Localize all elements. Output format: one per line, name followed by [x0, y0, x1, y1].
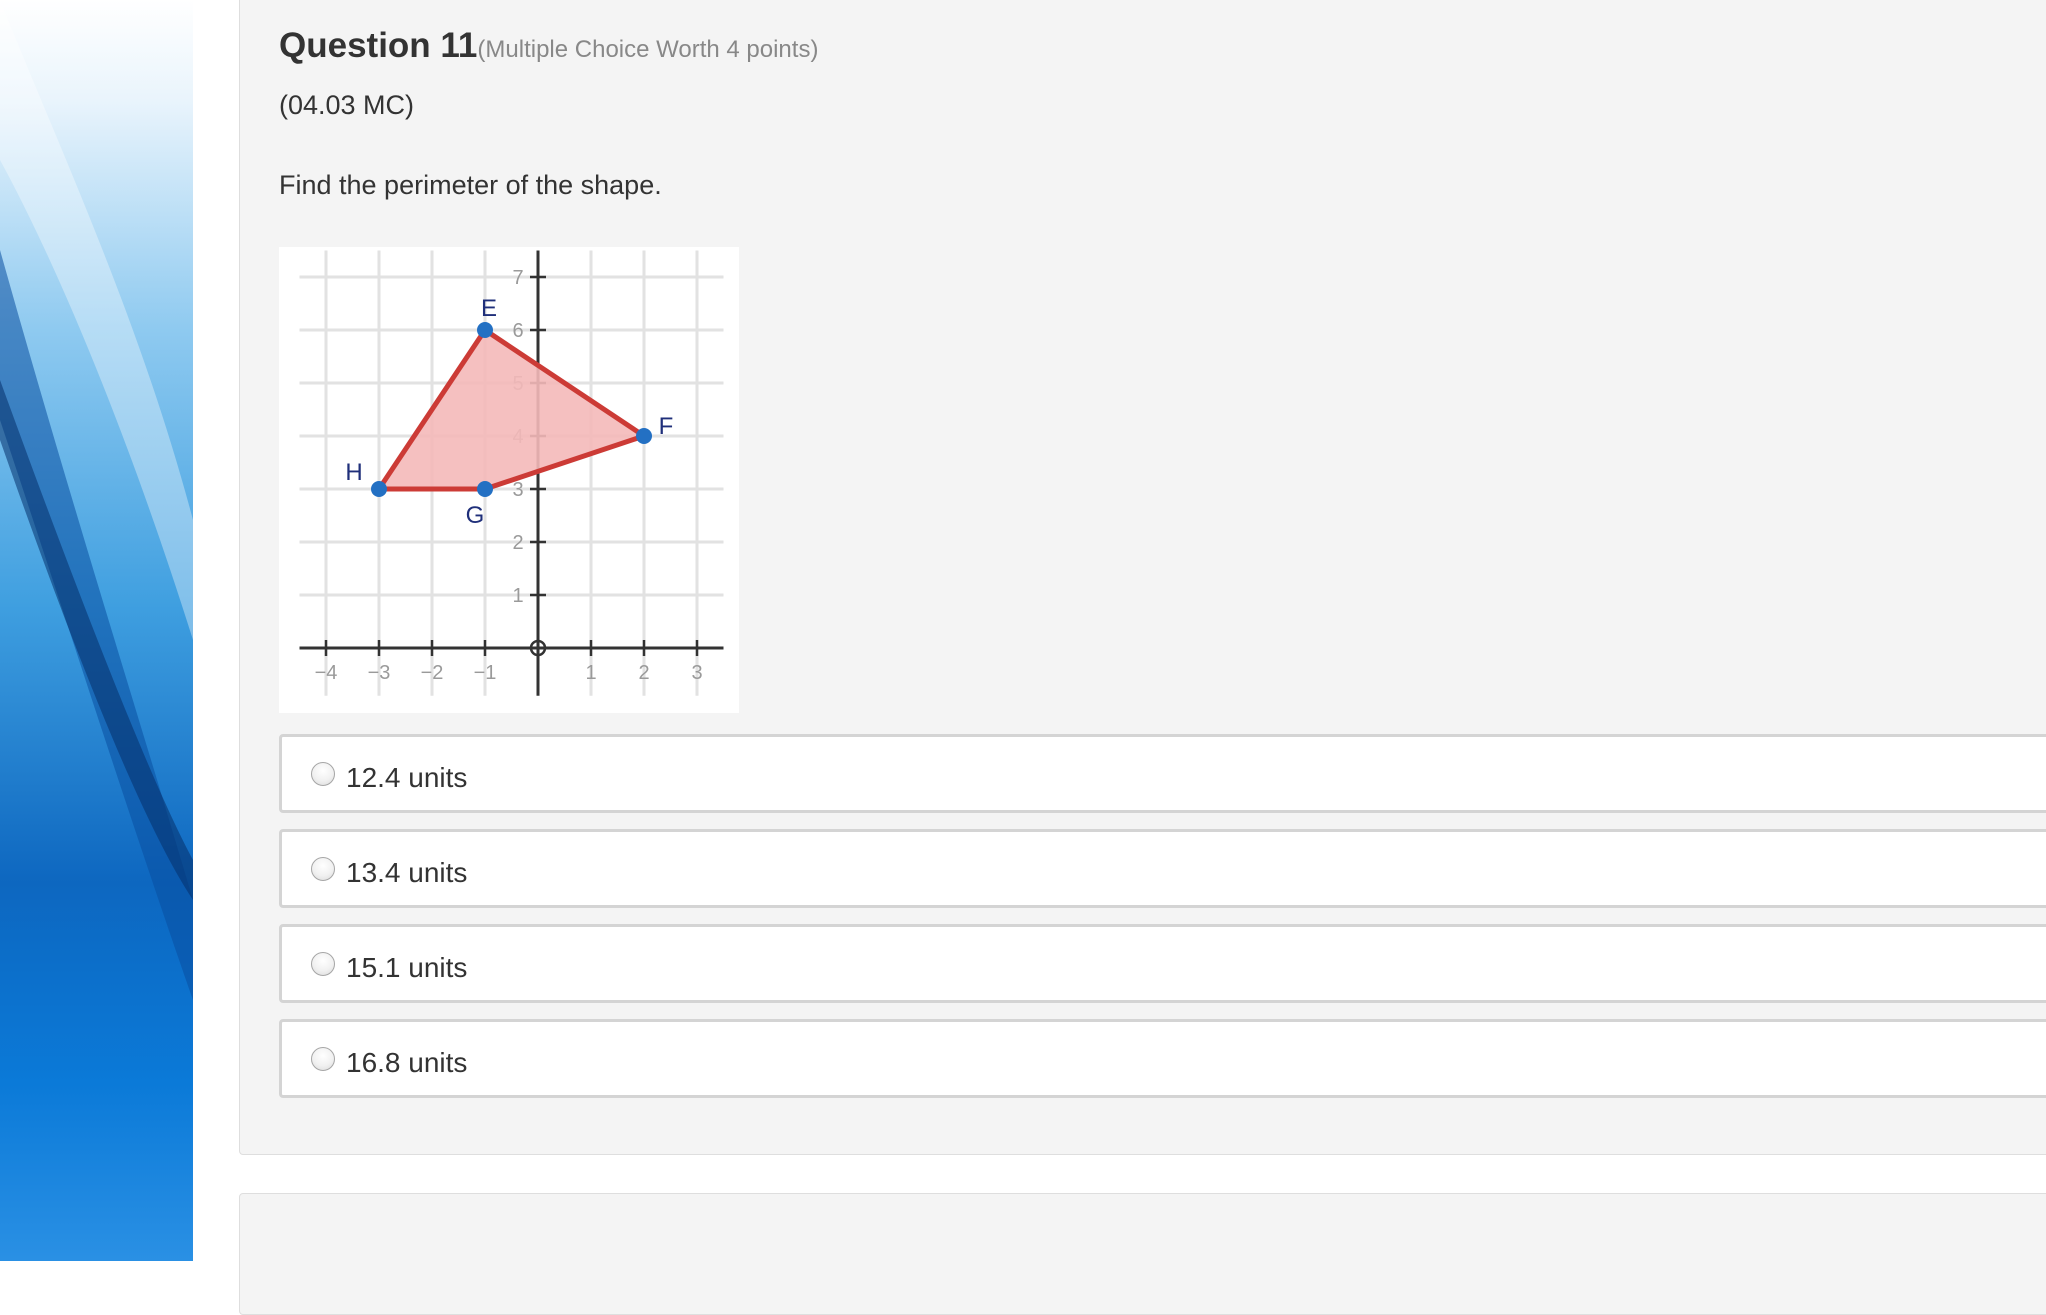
answer-choice[interactable]: 13.4 units — [279, 829, 2046, 908]
question-code: (04.03 MC) — [279, 90, 415, 120]
vertex-point — [636, 428, 652, 444]
radio-button[interactable] — [311, 857, 335, 881]
x-tick-label: 3 — [691, 662, 702, 684]
y-tick-label: 1 — [512, 585, 523, 607]
y-tick-label: 6 — [512, 320, 523, 342]
y-tick-label: 7 — [512, 267, 523, 289]
x-tick-label: 1 — [585, 662, 596, 684]
answer-choice[interactable]: 16.8 units — [279, 1019, 2046, 1098]
vertex-label: F — [659, 413, 674, 440]
question-prompt: Find the perimeter of the shape. — [279, 170, 662, 200]
answer-label: 16.8 units — [346, 1047, 468, 1078]
answer-choice[interactable]: 15.1 units — [279, 924, 2046, 1003]
answer-choice[interactable]: 12.4 units — [279, 734, 2046, 813]
answer-label: 15.1 units — [346, 952, 468, 983]
shape-efgh — [376, 327, 647, 492]
radio-button[interactable] — [311, 1047, 335, 1071]
x-tick-label: −4 — [315, 662, 338, 684]
vertex-point — [477, 322, 493, 338]
vertex-label: G — [466, 502, 485, 529]
vertex-label: E — [481, 295, 497, 322]
vertex-label: H — [345, 459, 362, 486]
x-tick-label: −2 — [421, 662, 444, 684]
question-meta: (Multiple Choice Worth 4 points) — [477, 36, 819, 63]
x-tick-label: −3 — [368, 662, 391, 684]
question-title: Question 11 — [279, 26, 478, 65]
vertex-point — [371, 481, 387, 497]
radio-button[interactable] — [311, 952, 335, 976]
next-question-panel — [239, 1193, 2046, 1315]
coordinate-grid: −4−3−2−11231234567EFGH — [299, 250, 724, 696]
answer-label: 12.4 units — [346, 762, 468, 793]
x-tick-label: −1 — [474, 662, 497, 684]
vertex-point — [477, 481, 493, 497]
y-tick-label: 3 — [512, 479, 523, 501]
coordinate-graph-figure: −4−3−2−11231234567EFGH — [279, 247, 739, 713]
decorative-background — [0, 0, 193, 1261]
answer-label: 13.4 units — [346, 857, 468, 888]
question-header: Question 11(Multiple Choice Worth 4 poin… — [279, 26, 818, 66]
radio-button[interactable] — [311, 762, 335, 786]
x-tick-label: 2 — [638, 662, 649, 684]
y-tick-label: 2 — [512, 532, 523, 554]
